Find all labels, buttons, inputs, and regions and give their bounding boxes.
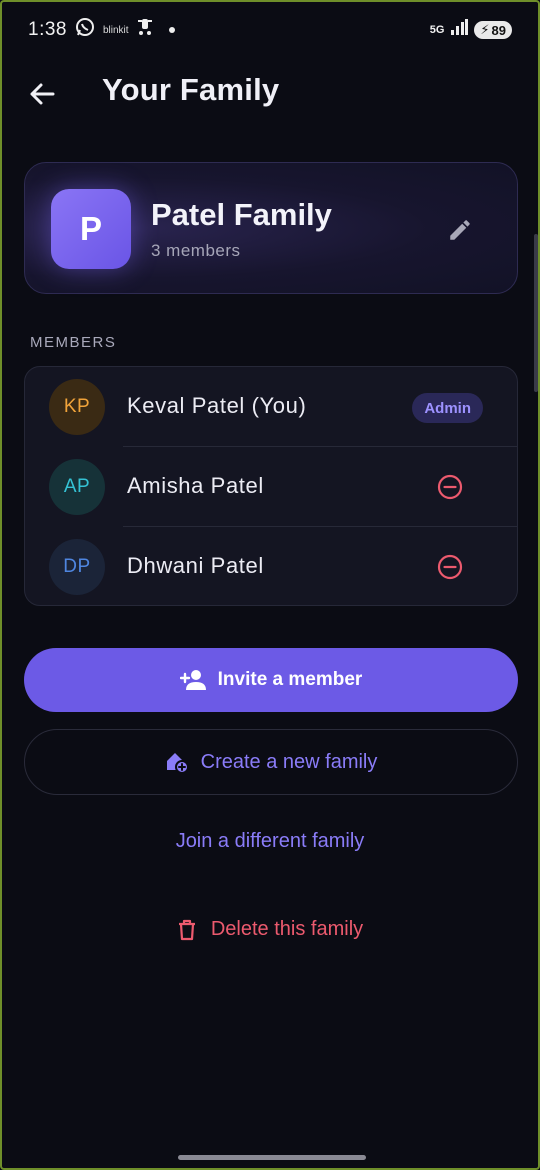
trash-icon: [178, 919, 195, 940]
delete-family-button[interactable]: Delete this family: [2, 918, 538, 941]
home-add-icon: [166, 753, 189, 774]
family-avatar: P: [51, 189, 131, 269]
member-name: Keval Patel (You): [127, 393, 307, 418]
family-card: P Patel Family 3 members: [24, 162, 518, 294]
minus-circle-icon: [437, 474, 463, 500]
members-section-label: MEMBERS: [30, 334, 117, 351]
member-name: Dhwani Patel: [127, 553, 264, 578]
avatar: AP: [49, 459, 105, 515]
page-title: Your Family: [102, 72, 280, 107]
whatsapp-icon: [75, 17, 95, 43]
family-member-count: 3 members: [151, 241, 241, 260]
family-name: Patel Family: [151, 197, 332, 232]
status-time: 1:38: [28, 19, 67, 40]
scooter-icon: [137, 17, 153, 43]
member-name: Amisha Patel: [127, 473, 264, 498]
blinkit-icon: blinkit: [102, 24, 129, 36]
remove-member-button[interactable]: [437, 474, 463, 500]
status-right: 5G ⚡ 89: [430, 19, 512, 41]
admin-badge: Admin: [412, 393, 483, 423]
remove-member-button[interactable]: [437, 554, 463, 580]
status-bar: 1:38 blinkit 5G ⚡ 89: [2, 2, 538, 58]
charging-icon: ⚡: [480, 22, 490, 37]
signal-icon: [450, 19, 469, 41]
create-family-button[interactable]: Create a new family: [24, 729, 518, 795]
edit-family-button[interactable]: [443, 213, 477, 247]
status-left: 1:38 blinkit: [28, 17, 175, 43]
member-row[interactable]: DP Dhwani Patel: [25, 527, 517, 605]
notification-dot-icon: [168, 27, 175, 33]
battery-indicator: ⚡ 89: [474, 21, 512, 39]
join-family-link[interactable]: Join a different family: [2, 830, 538, 853]
arrow-left-icon: [30, 83, 55, 105]
member-row[interactable]: AP Amisha Patel: [25, 447, 517, 527]
scrollbar[interactable]: [534, 234, 538, 392]
create-label: Create a new family: [200, 750, 378, 773]
members-list: KP Keval Patel (You) Admin AP Amisha Pat…: [24, 366, 518, 606]
invite-member-button[interactable]: Invite a member: [24, 648, 518, 712]
app-header: Your Family: [2, 64, 538, 124]
member-row[interactable]: KP Keval Patel (You) Admin: [25, 367, 517, 447]
battery-level: 89: [491, 22, 506, 38]
avatar: DP: [49, 539, 105, 595]
pencil-icon: [450, 220, 470, 240]
person-add-icon: [179, 670, 206, 690]
avatar: KP: [49, 379, 105, 435]
back-button[interactable]: [22, 74, 62, 114]
delete-label: Delete this family: [210, 918, 364, 940]
minus-circle-icon: [437, 554, 463, 580]
home-indicator[interactable]: [178, 1155, 366, 1160]
invite-label: Invite a member: [217, 669, 363, 690]
screen: 1:38 blinkit 5G ⚡ 89 Your Family P Patel…: [0, 0, 540, 1170]
network-type: 5G: [429, 24, 445, 36]
